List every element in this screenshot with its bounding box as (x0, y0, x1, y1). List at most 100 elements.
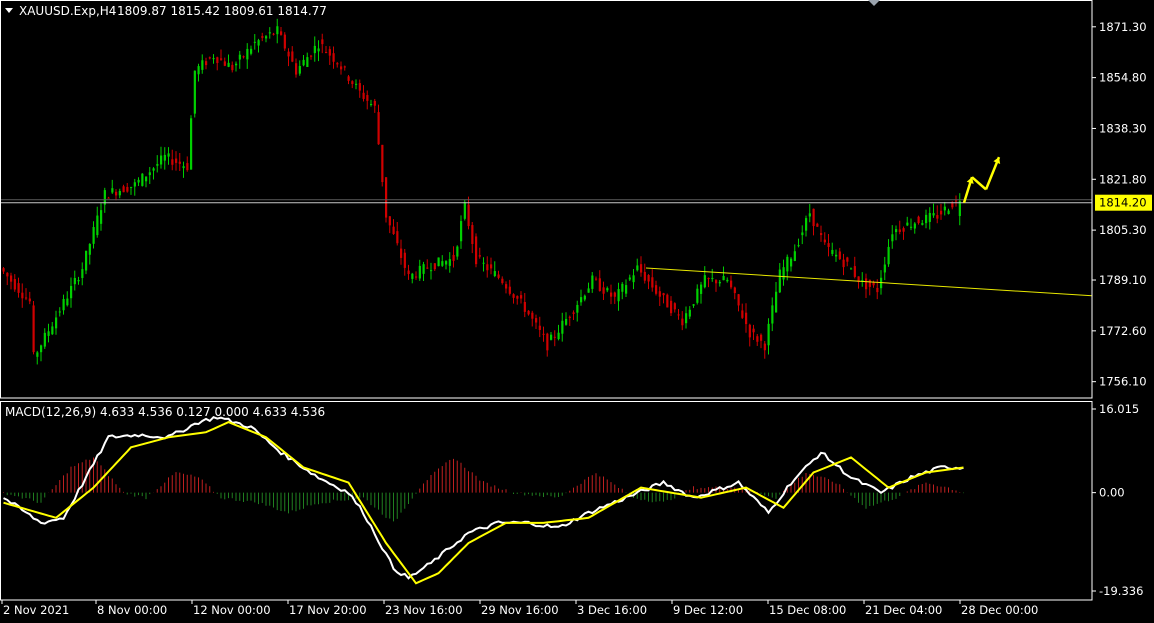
candle-body (527, 310, 530, 315)
candle-body (741, 310, 744, 318)
candle-body (212, 58, 215, 60)
candle-body (835, 254, 838, 257)
candle-body (377, 112, 380, 145)
candle-body (842, 259, 845, 268)
time-tick-label: 8 Nov 00:00 (97, 603, 167, 617)
candle-body (193, 70, 196, 114)
candle-body (928, 212, 931, 222)
candle-body (62, 299, 65, 311)
candle-body (572, 312, 575, 314)
candle-body (6, 272, 9, 277)
candle-body (658, 291, 661, 297)
candle (475, 233, 478, 268)
candle-body (467, 204, 470, 227)
candle-body (902, 228, 905, 232)
candle-body (940, 210, 943, 215)
candle-body (216, 57, 219, 64)
candle-body (51, 326, 54, 335)
candle-body (152, 168, 155, 171)
candle-body (838, 251, 841, 260)
candle-body (651, 277, 654, 288)
candle-body (707, 278, 710, 280)
candle-body (647, 275, 650, 282)
candle-body (238, 54, 241, 60)
candle-body (883, 264, 886, 273)
candle-body (670, 300, 673, 314)
price-tick-label: 1854.80 (1099, 71, 1147, 85)
candle-body (486, 264, 489, 271)
candle-body (598, 278, 601, 291)
candle-body (415, 276, 418, 278)
candle-body (407, 270, 410, 275)
candle-body (812, 208, 815, 227)
candle-body (793, 251, 796, 261)
candle-body (655, 285, 658, 294)
candle-body (190, 118, 193, 170)
candle-body (456, 246, 459, 257)
candle (190, 115, 193, 170)
candle-body (591, 275, 594, 289)
candle-body (471, 225, 474, 245)
candle-body (343, 66, 346, 68)
candle-body (512, 294, 515, 298)
candle-body (520, 295, 523, 299)
candle-body (85, 250, 88, 271)
candle-body (231, 64, 234, 71)
candle-body (261, 36, 264, 38)
candle-body (958, 200, 961, 217)
candle-body (805, 218, 808, 231)
candle-body (621, 283, 624, 292)
candle-body (141, 173, 144, 186)
candle-body (328, 49, 331, 56)
candle-body (932, 213, 935, 216)
candle-body (156, 164, 159, 166)
candle-body (351, 81, 354, 84)
candle-body (711, 277, 714, 279)
time-tick-label: 12 Nov 00:00 (193, 603, 271, 617)
candle-body (400, 248, 403, 258)
candle-body (816, 223, 819, 227)
candle (437, 257, 440, 267)
candle-body (763, 343, 766, 351)
candle-body (272, 33, 275, 35)
candle-body (122, 186, 125, 193)
candle-body (636, 265, 639, 271)
candle-body (81, 269, 84, 279)
candle-body (606, 288, 609, 291)
candle-body (92, 227, 95, 244)
candle-body (898, 229, 901, 232)
candle-body (283, 34, 286, 49)
candle-body (118, 191, 121, 196)
candle-body (358, 83, 361, 91)
candle-body (868, 279, 871, 287)
candle-body (771, 305, 774, 324)
candle-body (385, 177, 388, 218)
candle-body (505, 284, 508, 289)
candle-body (77, 280, 80, 282)
candle-body (718, 281, 721, 284)
candle-body (280, 31, 283, 35)
candle-body (167, 153, 170, 157)
chart-canvas[interactable]: 1871.30 1854.80 1838.30 1821.80 1805.30 1789.… (0, 0, 1154, 619)
candle-body (422, 264, 425, 274)
candle-body (568, 316, 571, 318)
candle-body (490, 264, 493, 269)
candle-body (418, 265, 421, 279)
trading-chart[interactable]: 1871.30 1854.80 1838.30 1821.80 1805.30 1789.… (0, 0, 1154, 619)
candle-body (100, 210, 103, 224)
candle-body (516, 296, 519, 299)
candle (283, 32, 286, 51)
candle-body (160, 155, 163, 165)
candle-body (643, 271, 646, 281)
candle-body (666, 294, 669, 308)
candle-body (107, 197, 110, 199)
macd-tick-label: 16.015 (1099, 402, 1139, 416)
candle-body (786, 256, 789, 272)
candle-body (561, 320, 564, 334)
candle-body (587, 288, 590, 293)
candle-body (576, 304, 579, 313)
candle-body (910, 226, 913, 228)
candle-body (703, 275, 706, 288)
time-axis: 2 Nov 2021 8 Nov 00:00 12 Nov 00:00 17 Nov … (1, 600, 1038, 617)
candle-body (47, 331, 50, 336)
